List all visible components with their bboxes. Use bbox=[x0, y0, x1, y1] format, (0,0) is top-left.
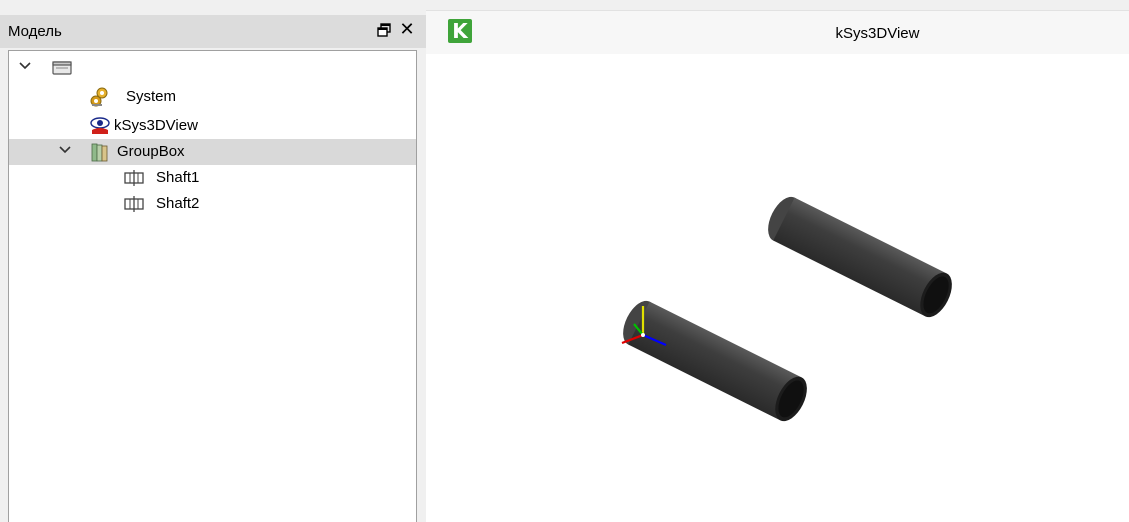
tree-item-shaft2[interactable]: Shaft2 bbox=[9, 191, 416, 217]
tree-item-shaft1[interactable]: Shaft1 bbox=[9, 165, 416, 191]
app-window: Модель ✕ System kSys3DView GroupBox Shaf… bbox=[0, 0, 1129, 522]
tree-item-ksys3dview[interactable]: kSys3DView bbox=[9, 113, 416, 139]
3d-view-eye-icon bbox=[89, 115, 111, 137]
tree-item-system[interactable]: System bbox=[9, 84, 416, 110]
view-title-bar: K kSys3DView bbox=[426, 10, 1129, 54]
groupbox-books-icon bbox=[89, 141, 111, 163]
model-dock-panel: Модель ✕ System kSys3DView GroupBox Shaf… bbox=[0, 0, 426, 522]
dock-title-bar[interactable]: Модель ✕ bbox=[0, 15, 426, 48]
3d-view-window: K kSys3DView bbox=[426, 10, 1129, 522]
shaft2-3d-model[interactable] bbox=[762, 192, 959, 322]
close-icon[interactable]: ✕ bbox=[398, 18, 416, 40]
shaft-icon bbox=[123, 167, 145, 189]
folder-icon bbox=[51, 57, 73, 79]
tree-root-item[interactable] bbox=[9, 55, 416, 81]
chevron-down-icon[interactable] bbox=[17, 58, 33, 74]
system-gears-icon bbox=[89, 86, 111, 108]
model-tree[interactable]: System kSys3DView GroupBox Shaft1 Shaft2 bbox=[8, 50, 417, 522]
tree-item-label: kSys3DView bbox=[114, 117, 198, 134]
tree-item-groupbox[interactable]: GroupBox bbox=[9, 139, 416, 165]
shaft-icon bbox=[123, 193, 145, 215]
chevron-down-icon[interactable] bbox=[57, 142, 73, 158]
tree-item-label: System bbox=[126, 88, 177, 105]
float-window-icon[interactable] bbox=[376, 22, 392, 38]
tree-item-label: Shaft1 bbox=[156, 169, 200, 186]
tree-item-label: GroupBox bbox=[117, 143, 185, 160]
shaft1-3d-model[interactable] bbox=[617, 296, 814, 426]
view-title: kSys3DView bbox=[835, 25, 920, 42]
3d-viewport[interactable] bbox=[426, 54, 1129, 522]
dock-title: Модель bbox=[8, 23, 62, 40]
tree-item-label: Shaft2 bbox=[156, 195, 200, 212]
